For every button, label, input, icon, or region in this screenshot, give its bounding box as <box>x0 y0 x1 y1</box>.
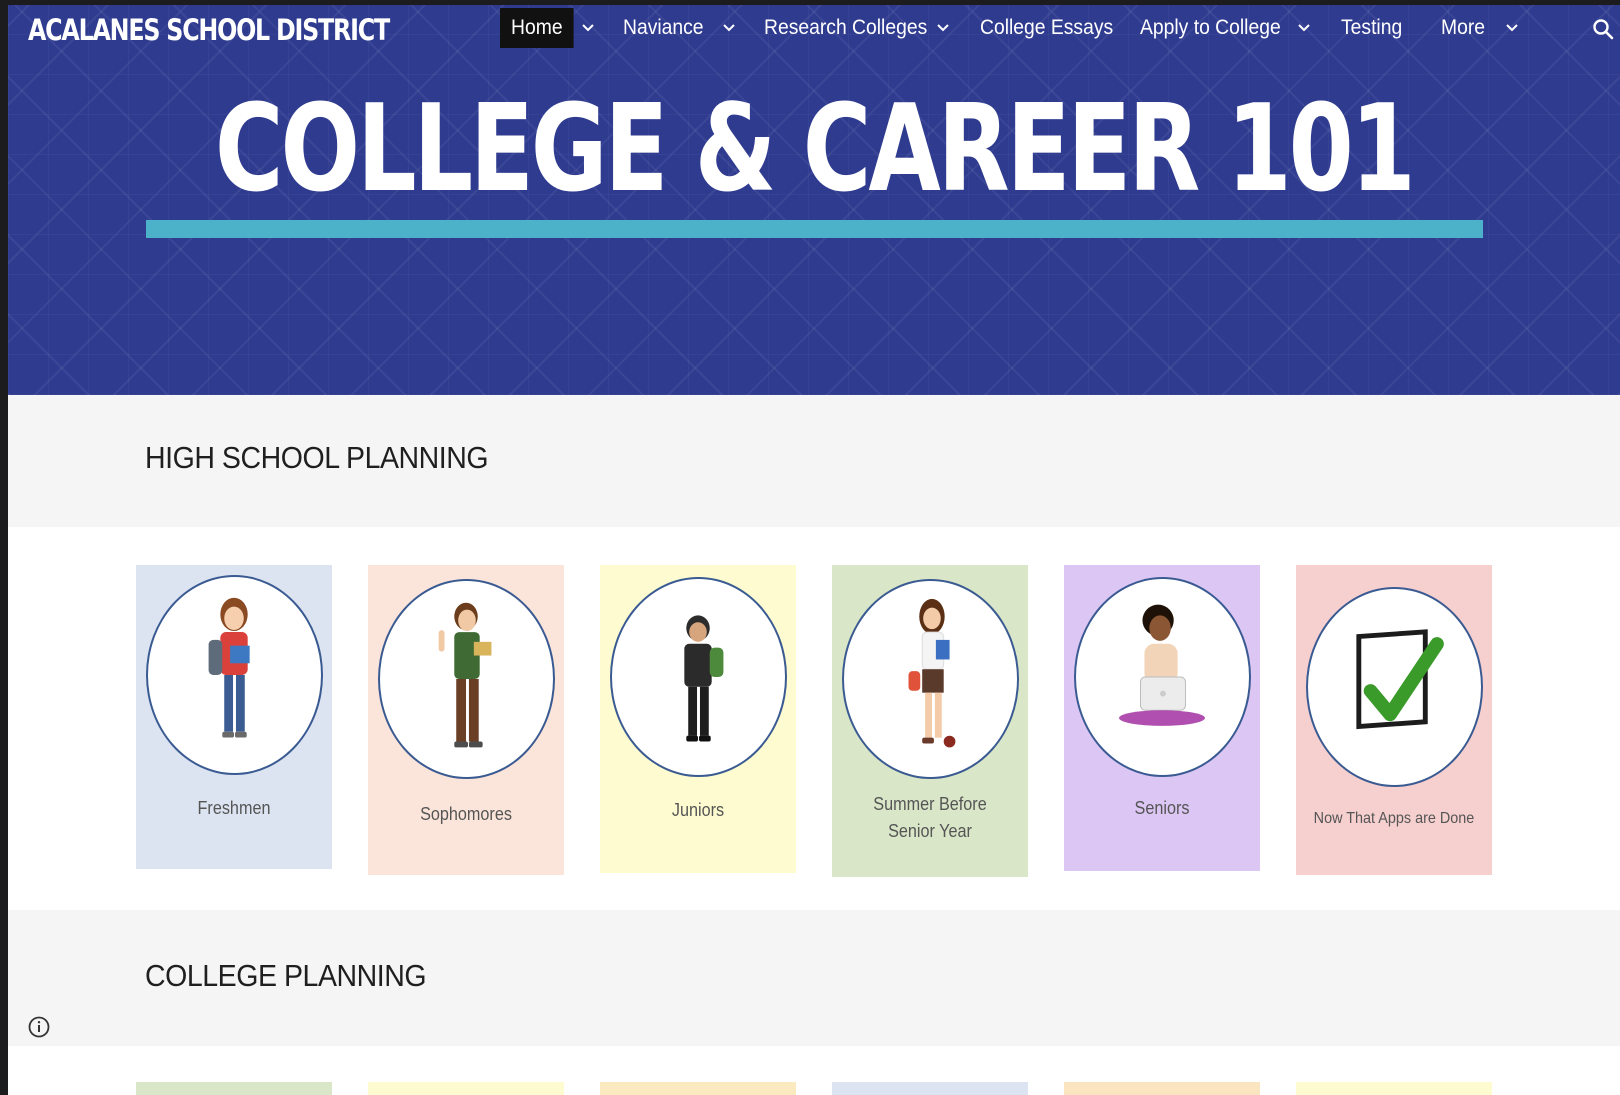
card-juniors[interactable]: Juniors <box>600 565 796 873</box>
top-navigation: Home Naviance Research Colleges College … <box>8 8 1620 48</box>
chevron-down-icon[interactable] <box>1296 20 1312 36</box>
college-cards <box>8 1046 1620 1095</box>
card-now-that-apps-are-done[interactable]: Now That Apps are Done <box>1296 565 1492 875</box>
card-seniors[interactable]: Seniors <box>1064 565 1260 871</box>
card-college-3[interactable] <box>600 1082 796 1095</box>
hero-banner: ACALANES SCHOOL DISTRICT Home Naviance R… <box>8 5 1620 395</box>
student-boy-reading-icon <box>378 579 555 779</box>
card-summer-before-senior-year[interactable]: Summer Before Senior Year <box>832 565 1028 877</box>
chevron-down-icon[interactable] <box>935 20 951 36</box>
student-girl-backpack-icon <box>146 575 323 775</box>
chevron-down-icon[interactable] <box>1504 20 1520 36</box>
card-college-5[interactable] <box>1064 1082 1260 1095</box>
nav-item-college-essays[interactable]: College Essays <box>980 8 1113 48</box>
section-header-band: COLLEGE PLANNING <box>8 910 1620 1046</box>
card-freshmen[interactable]: Freshmen <box>136 565 332 869</box>
section-heading-high-school: HIGH SCHOOL PLANNING <box>145 440 489 475</box>
info-icon[interactable] <box>27 1015 51 1039</box>
nav-item-naviance[interactable]: Naviance <box>623 8 704 48</box>
card-label: Freshmen <box>197 798 271 818</box>
card-college-4[interactable] <box>832 1082 1028 1095</box>
card-label-line-1: Summer Before <box>873 794 987 814</box>
nav-item-research-colleges[interactable]: Research Colleges <box>764 8 927 48</box>
nav-item-more[interactable]: More <box>1441 8 1485 48</box>
chevron-down-icon[interactable] <box>580 20 596 36</box>
search-icon[interactable] <box>1591 17 1615 41</box>
section-heading-college: COLLEGE PLANNING <box>145 958 427 993</box>
checkmark-box-icon <box>1306 587 1483 787</box>
card-label: Seniors <box>1134 798 1190 818</box>
nav-item-apply-to-college[interactable]: Apply to College <box>1140 8 1281 48</box>
student-girl-books-icon <box>842 579 1019 779</box>
card-sophomores[interactable]: Sophomores <box>368 565 564 875</box>
card-label-line-2: Senior Year <box>888 821 972 841</box>
nav-item-testing[interactable]: Testing <box>1341 8 1402 48</box>
student-boy-backpack-icon <box>610 577 787 777</box>
section-header-band: HIGH SCHOOL PLANNING <box>8 395 1620 527</box>
card-college-6[interactable] <box>1296 1082 1492 1095</box>
page: ACALANES SCHOOL DISTRICT Home Naviance R… <box>8 5 1620 1095</box>
hero-title: COLLEGE & CAREER 101 <box>215 80 1416 219</box>
high-school-cards: Freshmen Sophomores Juniors Summer Befor… <box>8 527 1620 910</box>
hero-divider <box>146 220 1483 238</box>
chevron-down-icon[interactable] <box>721 20 737 36</box>
nav-item-home[interactable]: Home <box>500 8 574 48</box>
student-laptop-icon <box>1074 577 1251 777</box>
card-label: Now That Apps are Done <box>1313 810 1475 827</box>
card-college-1[interactable] <box>136 1082 332 1095</box>
card-label: Sophomores <box>420 804 512 824</box>
card-college-2[interactable] <box>368 1082 564 1095</box>
card-label: Juniors <box>671 800 725 820</box>
